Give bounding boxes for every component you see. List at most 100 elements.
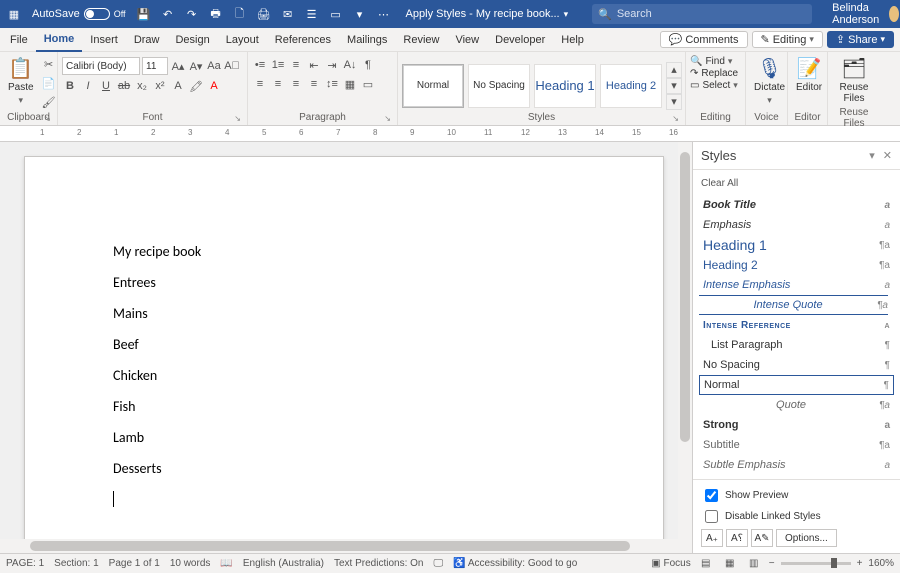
document-line[interactable]: My recipe book [113, 243, 663, 260]
document-area[interactable]: My recipe book Entrees Mains Beef Chicken Fis… [0, 142, 692, 553]
read-mode-icon[interactable]: ▤ [697, 556, 715, 572]
replace-button[interactable]: ↷ Replace [690, 68, 738, 79]
document-line[interactable]: Beef [113, 336, 663, 353]
search-box[interactable]: 🔍 Search [592, 4, 812, 24]
zoom-slider[interactable] [781, 562, 851, 565]
status-page-of[interactable]: Page 1 of 1 [109, 558, 160, 569]
pane-close-icon[interactable]: ✕ [883, 149, 892, 162]
style-book-title[interactable]: Book Titlea [699, 195, 894, 215]
qat-overflow-icon[interactable]: ⋯ [374, 4, 394, 24]
show-marks-icon[interactable]: ¶ [360, 57, 376, 73]
print-layout-icon[interactable]: ▦ [721, 556, 739, 572]
paste-button[interactable]: 📋 Paste ▾ [4, 54, 38, 108]
style-strong[interactable]: Stronga [699, 415, 894, 435]
style-heading-2[interactable]: Heading 2¶a [699, 255, 894, 275]
vertical-scroll-thumb[interactable] [680, 152, 690, 442]
document-line[interactable]: Fish [113, 398, 663, 415]
style-subtitle[interactable]: Subtitle¶a [699, 435, 894, 455]
redo-icon[interactable]: ↷ [182, 4, 202, 24]
document-line[interactable]: Mains [113, 305, 663, 322]
menu-mailings[interactable]: Mailings [339, 28, 395, 52]
zoom-in-icon[interactable]: + [857, 558, 863, 569]
vertical-scrollbar[interactable] [678, 142, 692, 553]
autosave-switch[interactable] [84, 8, 110, 20]
web-layout-icon[interactable]: ▥ [745, 556, 763, 572]
menu-help[interactable]: Help [553, 28, 592, 52]
qat-icon-6[interactable]: ▭ [326, 4, 346, 24]
document-line[interactable]: Entrees [113, 274, 663, 291]
pane-dropdown-icon[interactable]: ▾ [869, 149, 875, 162]
qat-icon-3[interactable]: 🖨 [254, 4, 274, 24]
subscript-icon[interactable]: x₂ [134, 78, 150, 94]
increase-indent-icon[interactable]: ⇥ [324, 57, 340, 73]
autosave-toggle[interactable]: AutoSave Off [32, 8, 126, 20]
styles-down-icon[interactable]: ▾ [666, 78, 682, 94]
change-case-icon[interactable]: Aa [206, 58, 222, 74]
status-display-icon[interactable]: 🖵 [433, 558, 443, 569]
font-size-combo[interactable]: 11 [142, 57, 168, 75]
style-subtle-emphasis[interactable]: Subtle Emphasisa [699, 455, 894, 475]
style-heading1[interactable]: Heading 1 [534, 64, 596, 108]
style-no-spacing[interactable]: No Spacing¶ [699, 355, 894, 375]
bold-icon[interactable]: B [62, 78, 78, 94]
manage-styles-icon[interactable]: A✎ [751, 529, 773, 547]
zoom-level[interactable]: 160% [868, 558, 894, 569]
text-effects-icon[interactable]: A [170, 78, 186, 94]
disable-linked-checkbox[interactable]: Disable Linked Styles [701, 507, 892, 526]
qat-icon-5[interactable]: ☰ [302, 4, 322, 24]
document-line[interactable]: Desserts [113, 460, 663, 477]
sort-icon[interactable]: A↓ [342, 57, 358, 73]
clear-format-icon[interactable]: A⃠ [224, 58, 240, 74]
styles-up-icon[interactable]: ▴ [666, 62, 682, 78]
style-nospacing[interactable]: No Spacing [468, 64, 530, 108]
status-language[interactable]: English (Australia) [243, 558, 324, 569]
comments-button[interactable]: 💬 Comments [660, 31, 748, 48]
document-line[interactable]: Chicken [113, 367, 663, 384]
cut-icon[interactable]: ✂ [41, 56, 57, 72]
menu-home[interactable]: Home [36, 28, 83, 52]
menu-draw[interactable]: Draw [126, 28, 168, 52]
qat-icon-2[interactable]: 🗋 [230, 4, 250, 24]
decrease-indent-icon[interactable]: ⇤ [306, 57, 322, 73]
menu-file[interactable]: File [2, 28, 36, 52]
strike-icon[interactable]: ab [116, 78, 132, 94]
highlight-icon[interactable]: 🖍 [188, 78, 204, 94]
style-list-paragraph[interactable]: List Paragraph¶ [699, 335, 894, 355]
save-icon[interactable]: 💾 [134, 4, 154, 24]
borders-icon[interactable]: ▭ [360, 76, 376, 92]
status-predictions[interactable]: Text Predictions: On [334, 558, 423, 569]
editing-mode-button[interactable]: ✎ Editing ▾ [752, 31, 823, 48]
clear-all-button[interactable]: Clear All [699, 174, 894, 195]
clipboard-launcher-icon[interactable]: ↘ [44, 114, 51, 123]
font-name-combo[interactable]: Calibri (Body) [62, 57, 140, 75]
horizontal-scrollbar[interactable] [0, 539, 678, 553]
underline-icon[interactable]: U [98, 78, 114, 94]
status-accessibility[interactable]: ♿ Accessibility: Good to go [453, 558, 577, 569]
page[interactable]: My recipe book Entrees Mains Beef Chicken Fis… [24, 156, 664, 553]
justify-icon[interactable]: ≡ [306, 76, 322, 92]
undo-icon[interactable]: ↶ [158, 4, 178, 24]
zoom-out-icon[interactable]: − [769, 558, 775, 569]
style-normal[interactable]: Normal [402, 64, 464, 108]
horizontal-ruler[interactable]: 1212345678910111213141516 [0, 126, 900, 142]
menu-design[interactable]: Design [167, 28, 217, 52]
user-account[interactable]: Belinda Anderson [832, 2, 899, 26]
menu-developer[interactable]: Developer [487, 28, 553, 52]
style-quote[interactable]: Quote¶a [699, 395, 894, 415]
font-color-icon[interactable]: A [206, 78, 222, 94]
style-heading2[interactable]: Heading 2 [600, 64, 662, 108]
show-preview-checkbox[interactable]: Show Preview [701, 486, 892, 505]
focus-button[interactable]: ▣ Focus [651, 558, 690, 569]
status-words[interactable]: 10 words [170, 558, 211, 569]
options-button[interactable]: Options... [776, 529, 837, 547]
horizontal-scroll-thumb[interactable] [30, 541, 630, 551]
new-style-icon[interactable]: A₊ [701, 529, 723, 547]
reuse-files-button[interactable]: 🗂Reuse Files [832, 54, 876, 106]
find-button[interactable]: 🔍 Find ▾ [690, 56, 738, 67]
italic-icon[interactable]: I [80, 78, 96, 94]
style-normal[interactable]: Normal¶ [699, 375, 894, 395]
status-section[interactable]: Section: 1 [54, 558, 98, 569]
style-emphasis[interactable]: Emphasisa [699, 215, 894, 235]
status-page[interactable]: PAGE: 1 [6, 558, 44, 569]
format-painter-icon[interactable]: 🖌 [41, 94, 57, 110]
